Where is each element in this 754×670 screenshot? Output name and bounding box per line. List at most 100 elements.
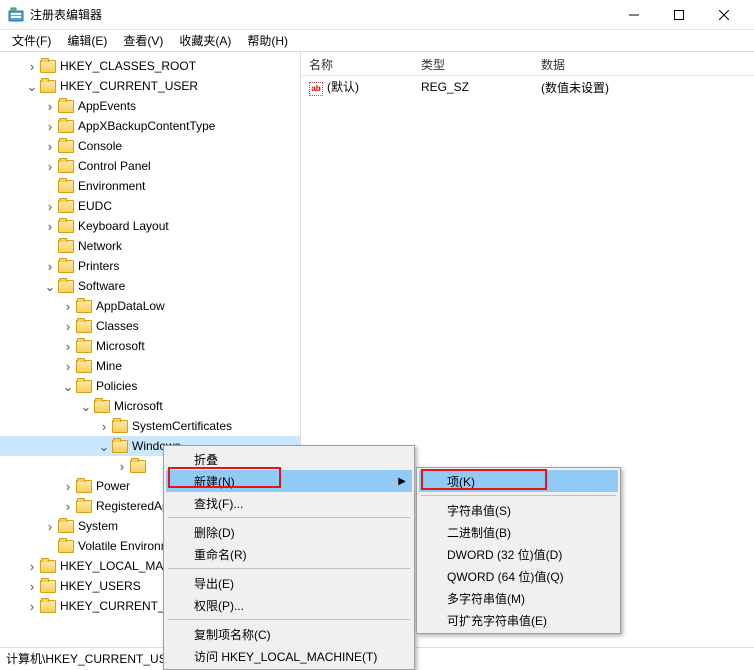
- sub-string[interactable]: 字符串值(S): [419, 499, 618, 521]
- maximize-button[interactable]: [656, 0, 701, 30]
- chevron-right-icon[interactable]: ›: [60, 500, 76, 513]
- folder-icon: [76, 380, 92, 393]
- ctx-copy-key-name[interactable]: 复制项名称(C): [166, 623, 412, 645]
- tree-item-label: Environment: [78, 179, 145, 193]
- tree-item[interactable]: ›Control Panel: [0, 156, 300, 176]
- tree-item-label: HKEY_CLASSES_ROOT: [60, 59, 196, 73]
- menu-help[interactable]: 帮助(H): [239, 30, 296, 51]
- tree-item[interactable]: ›Microsoft: [0, 336, 300, 356]
- chevron-down-icon[interactable]: ⌄: [96, 440, 112, 453]
- chevron-right-icon[interactable]: ›: [114, 460, 130, 473]
- folder-icon: [40, 580, 56, 593]
- tree-item-label: Classes: [96, 319, 139, 333]
- sub-multi[interactable]: 多字符串值(M): [419, 587, 618, 609]
- chevron-right-icon[interactable]: ›: [42, 100, 58, 113]
- ctx-delete[interactable]: 删除(D): [166, 521, 412, 543]
- chevron-right-icon[interactable]: ›: [42, 220, 58, 233]
- chevron-right-icon[interactable]: ›: [60, 360, 76, 373]
- col-name[interactable]: 名称: [301, 52, 413, 75]
- tree-item[interactable]: › AppDataLow: [0, 296, 300, 316]
- folder-icon: [112, 440, 128, 453]
- ctx-find[interactable]: 查找(F)...: [166, 492, 412, 514]
- tree-item[interactable]: › Classes: [0, 316, 300, 336]
- tree-item[interactable]: ›AppEvents: [0, 96, 300, 116]
- tree-item-label: Microsoft: [114, 399, 163, 413]
- chevron-right-icon[interactable]: ›: [42, 260, 58, 273]
- close-button[interactable]: [701, 0, 746, 30]
- tree-item-label: HKEY_CURRENT_USER: [60, 79, 198, 93]
- chevron-right-icon[interactable]: ›: [42, 200, 58, 213]
- tree-item-label: HKEY_USERS: [60, 579, 141, 593]
- folder-icon: [130, 460, 146, 473]
- separator: [168, 517, 410, 518]
- tree-item[interactable]: › Console: [0, 136, 300, 156]
- tree-item[interactable]: ›Mine: [0, 356, 300, 376]
- folder-icon: [58, 200, 74, 213]
- folder-icon: [76, 480, 92, 493]
- tree-item[interactable]: ⌄Software: [0, 276, 300, 296]
- tree-item-label: EUDC: [78, 199, 112, 213]
- menu-favorites[interactable]: 收藏夹(A): [171, 30, 239, 51]
- minimize-button[interactable]: [611, 0, 656, 30]
- folder-icon: [76, 500, 92, 513]
- sub-expand[interactable]: 可扩充字符串值(E): [419, 609, 618, 631]
- tree-item-label: Power: [96, 479, 130, 493]
- folder-icon: [76, 360, 92, 373]
- chevron-down-icon[interactable]: ⌄: [60, 380, 76, 393]
- folder-icon: [58, 520, 74, 533]
- chevron-right-icon[interactable]: ›: [24, 600, 40, 613]
- tree-item-label: Console: [78, 139, 122, 153]
- tree-item[interactable]: ⌄ Microsoft: [0, 396, 300, 416]
- tree-item[interactable]: › EUDC: [0, 196, 300, 216]
- ctx-export[interactable]: 导出(E): [166, 572, 412, 594]
- tree-item[interactable]: ›SystemCertificates: [0, 416, 300, 436]
- ctx-rename[interactable]: 重命名(R): [166, 543, 412, 565]
- col-data[interactable]: 数据: [533, 52, 754, 75]
- chevron-right-icon[interactable]: ›: [24, 580, 40, 593]
- chevron-right-icon[interactable]: ›: [42, 520, 58, 533]
- tree-item[interactable]: ⌄ HKEY_CURRENT_USER: [0, 76, 300, 96]
- chevron-down-icon[interactable]: ⌄: [42, 280, 58, 293]
- chevron-right-icon[interactable]: ›: [42, 120, 58, 133]
- tree-item[interactable]: Environment: [0, 176, 300, 196]
- menu-edit[interactable]: 编辑(E): [59, 30, 115, 51]
- col-type[interactable]: 类型: [413, 52, 533, 75]
- folder-icon: [76, 340, 92, 353]
- sub-qword[interactable]: QWORD (64 位)值(Q): [419, 565, 618, 587]
- chevron-down-icon[interactable]: ⌄: [24, 80, 40, 93]
- chevron-right-icon[interactable]: ›: [42, 140, 58, 153]
- window-title: 注册表编辑器: [30, 6, 611, 23]
- context-submenu-new: 项(K) 字符串值(S) 二进制值(B) DWORD (32 位)值(D) QW…: [416, 467, 621, 634]
- ctx-new[interactable]: 新建(N)▶: [166, 470, 412, 492]
- ctx-goto-hklm[interactable]: 访问 HKEY_LOCAL_MACHINE(T): [166, 645, 412, 667]
- chevron-right-icon[interactable]: ›: [60, 480, 76, 493]
- tree-item[interactable]: ⌄Policies: [0, 376, 300, 396]
- sub-dword[interactable]: DWORD (32 位)值(D): [419, 543, 618, 565]
- ctx-permissions[interactable]: 权限(P)...: [166, 594, 412, 616]
- separator: [168, 619, 410, 620]
- list-row[interactable]: ab(默认) REG_SZ (数值未设置): [301, 76, 754, 98]
- tree-item-label: AppDataLow: [96, 299, 165, 313]
- chevron-right-icon[interactable]: ›: [60, 340, 76, 353]
- menu-file[interactable]: 文件(F): [4, 30, 59, 51]
- tree-item-label: System: [78, 519, 118, 533]
- tree-item[interactable]: ›AppXBackupContentType: [0, 116, 300, 136]
- folder-icon: [76, 320, 92, 333]
- chevron-right-icon[interactable]: ›: [96, 420, 112, 433]
- chevron-right-icon[interactable]: ›: [24, 560, 40, 573]
- chevron-right-icon[interactable]: ›: [60, 300, 76, 313]
- tree-item[interactable]: ›Printers: [0, 256, 300, 276]
- tree-item[interactable]: ›Keyboard Layout: [0, 216, 300, 236]
- tree-item[interactable]: Network: [0, 236, 300, 256]
- ctx-collapse[interactable]: 折叠: [166, 448, 412, 470]
- sub-key[interactable]: 项(K): [419, 470, 618, 492]
- chevron-right-icon[interactable]: ›: [60, 320, 76, 333]
- menu-view[interactable]: 查看(V): [115, 30, 171, 51]
- list-header: 名称 类型 数据: [301, 52, 754, 76]
- chevron-down-icon[interactable]: ⌄: [78, 400, 94, 413]
- sub-binary[interactable]: 二进制值(B): [419, 521, 618, 543]
- cell-data: (数值未设置): [533, 77, 754, 98]
- tree-item[interactable]: › HKEY_CLASSES_ROOT: [0, 56, 300, 76]
- chevron-right-icon[interactable]: ›: [42, 160, 58, 173]
- chevron-right-icon[interactable]: ›: [24, 60, 40, 73]
